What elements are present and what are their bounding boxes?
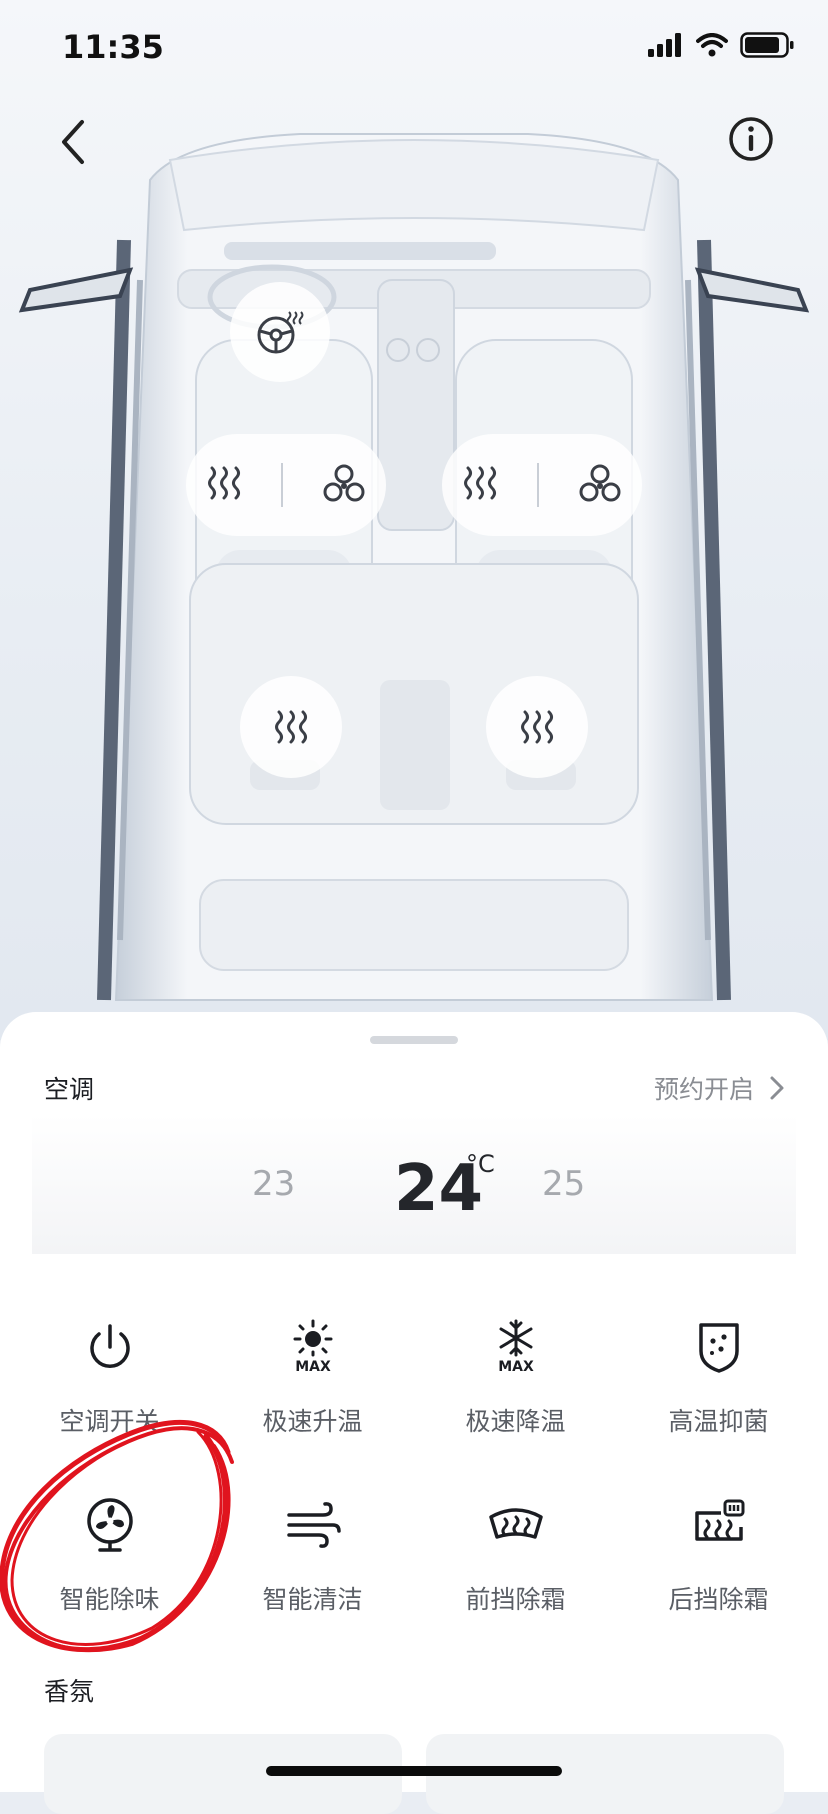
temp-next-option[interactable]: 25 — [542, 1164, 585, 1204]
wind-icon — [286, 1502, 341, 1548]
steering-wheel-heat-button[interactable] — [230, 282, 330, 382]
function-label: 极速升温 — [262, 1407, 363, 1436]
front-right-seat-controls — [442, 434, 642, 536]
front-right-seat-vent-button[interactable] — [578, 463, 622, 507]
function-label: 高温抑菌 — [668, 1407, 769, 1436]
climate-sheet: 空调 预约开启 23 24 °C 25 空调开关 MAX 极速升温 MAX 极速… — [0, 1012, 828, 1792]
chevron-right-icon — [770, 1076, 784, 1100]
fragrance-section-title: 香氛 — [44, 1677, 95, 1706]
snowflake-max-icon: MAX — [498, 1319, 534, 1375]
status-bar: 11:35 — [0, 0, 828, 96]
function-label: 智能除味 — [59, 1585, 160, 1614]
smart-clean-button[interactable]: 智能清洁 — [209, 1470, 416, 1640]
svg-text:MAX: MAX — [498, 1359, 534, 1375]
status-icons — [648, 32, 794, 58]
steering-wheel-heat-icon — [257, 311, 304, 354]
seat-heat-icon — [463, 466, 496, 500]
front-right-seat-heat-button[interactable] — [462, 464, 498, 506]
seat-heat-icon — [275, 710, 307, 744]
svg-text:MAX: MAX — [295, 1359, 331, 1375]
home-indicator[interactable] — [266, 1766, 562, 1776]
sun-max-icon: MAX — [293, 1319, 332, 1375]
front-defrost-icon — [488, 1508, 543, 1539]
ac-power-button[interactable]: 空调开关 — [6, 1292, 213, 1462]
function-label: 智能清洁 — [262, 1585, 363, 1614]
temp-prev-option[interactable]: 23 — [252, 1164, 295, 1204]
schedule-label: 预约开启 — [653, 1075, 754, 1104]
rear-defrost-icon — [694, 1499, 744, 1541]
sterilize-button[interactable]: 高温抑菌 — [615, 1292, 822, 1462]
front-left-seat-heat-button[interactable] — [206, 464, 242, 506]
car-illustration — [18, 133, 810, 1001]
front-left-seat-vent-button[interactable] — [322, 463, 366, 507]
function-label: 极速降温 — [465, 1407, 566, 1436]
status-time: 11:35 — [62, 28, 164, 66]
seat-control-divider — [536, 463, 539, 507]
function-label: 空调开关 — [59, 1407, 160, 1436]
climate-section-title: 空调 — [44, 1075, 95, 1104]
fan-icon — [86, 1498, 133, 1552]
function-label: 后挡除霜 — [668, 1585, 769, 1614]
car-top-view — [0, 120, 828, 1020]
cellular-signal-icon — [648, 33, 681, 57]
rapid-heat-button[interactable]: MAX 极速升温 — [209, 1292, 416, 1462]
rear-right-seat-heat-button[interactable] — [486, 676, 588, 778]
temp-unit: °C — [466, 1150, 495, 1178]
power-icon — [89, 1324, 130, 1368]
rear-left-seat-heat-button[interactable] — [240, 676, 342, 778]
wifi-icon — [696, 33, 728, 57]
rear-defrost-button[interactable]: 后挡除霜 — [615, 1470, 822, 1640]
battery-icon — [740, 32, 794, 58]
schedule-button[interactable]: 预约开启 — [654, 1070, 786, 1106]
seat-heat-icon — [207, 466, 240, 500]
seat-heat-icon — [521, 710, 553, 744]
front-left-seat-controls — [186, 434, 386, 536]
smart-deodorize-button[interactable]: 智能除味 — [6, 1470, 213, 1640]
function-label: 前挡除霜 — [465, 1585, 566, 1614]
temperature-picker[interactable]: 23 24 °C 25 — [32, 1114, 796, 1254]
rapid-cool-button[interactable]: MAX 极速降温 — [412, 1292, 619, 1462]
seat-control-divider — [280, 463, 283, 507]
seat-vent-icon — [323, 464, 365, 502]
sheet-drag-handle[interactable] — [370, 1036, 458, 1044]
shield-sterilize-icon — [698, 1323, 739, 1373]
front-defrost-button[interactable]: 前挡除霜 — [412, 1470, 619, 1640]
seat-vent-icon — [579, 464, 621, 502]
